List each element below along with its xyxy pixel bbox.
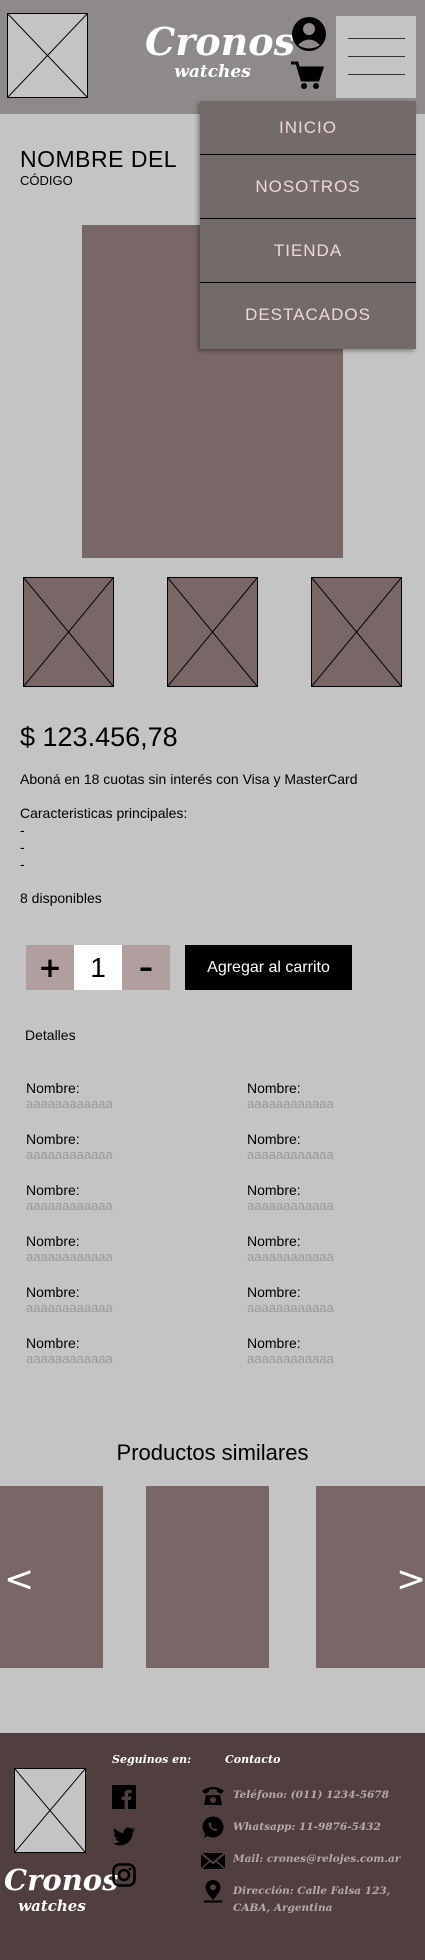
spec-item: Nombre: aaaaaaaaaaaa xyxy=(26,1233,176,1264)
cart-icon[interactable] xyxy=(290,60,324,90)
spec-label: Nombre: xyxy=(247,1233,301,1249)
spec-item: Nombre: aaaaaaaaaaaa xyxy=(247,1080,397,1111)
spec-label: Nombre: xyxy=(26,1233,80,1249)
user-icon[interactable] xyxy=(290,16,328,52)
installments-text: Aboná en 18 cuotas sin interés con Visa … xyxy=(20,771,358,787)
phone-icon xyxy=(202,1787,224,1805)
spec-label: Nombre: xyxy=(247,1131,301,1147)
spec-value: aaaaaaaaaaaa xyxy=(26,1198,113,1213)
spec-item: Nombre: aaaaaaaaaaaa xyxy=(247,1182,397,1213)
features-title: Caracteristicas principales: xyxy=(20,805,188,821)
hamburger-menu-button[interactable] xyxy=(336,16,416,98)
product-title: NOMBRE DEL xyxy=(20,146,178,172)
spec-value: aaaaaaaaaaaa xyxy=(26,1249,113,1264)
brand-logo[interactable]: Cronos watches xyxy=(145,19,295,83)
carousel-next-button[interactable]: > xyxy=(396,1560,425,1600)
spec-value: aaaaaaaaaaaa xyxy=(247,1249,334,1264)
similar-products-title: Productos similares xyxy=(116,1440,309,1465)
spec-value: aaaaaaaaaaaa xyxy=(247,1096,334,1111)
quantity-field[interactable]: 1 xyxy=(74,945,122,990)
spec-label: Nombre: xyxy=(26,1131,80,1147)
contact-phone: Teléfono: (011) 1234-5678 xyxy=(233,1789,389,1801)
product-thumbnail[interactable] xyxy=(167,577,258,687)
spec-label: Nombre: xyxy=(247,1080,301,1096)
spec-item: Nombre: aaaaaaaaaaaa xyxy=(247,1131,397,1162)
spec-label: Nombre: xyxy=(247,1335,301,1351)
contact-mail: Mail: crones@relojes.com.ar xyxy=(233,1853,401,1865)
product-thumbnail[interactable] xyxy=(311,577,402,687)
spec-value: aaaaaaaaaaaa xyxy=(26,1096,113,1111)
whatsapp-icon xyxy=(202,1816,224,1838)
spec-value: aaaaaaaaaaaa xyxy=(26,1147,113,1162)
product-thumbnail[interactable] xyxy=(23,577,114,687)
footer-brand-name: Cronos xyxy=(4,1863,119,1897)
increase-quantity-button[interactable]: + xyxy=(26,945,74,990)
feature-item: - xyxy=(20,839,25,855)
brand-name: Cronos xyxy=(145,19,295,64)
carousel-prev-button[interactable]: < xyxy=(4,1560,34,1600)
spec-item: Nombre: aaaaaaaaaaaa xyxy=(247,1233,397,1264)
contact-whatsapp: Whatsapp: 11-9876-5432 xyxy=(233,1821,381,1833)
stock-available: 8 disponibles xyxy=(20,890,102,906)
footer-brand: Cronos watches xyxy=(4,1863,119,1915)
similar-product-card[interactable] xyxy=(146,1486,269,1668)
facebook-icon[interactable] xyxy=(112,1785,136,1809)
spec-value: aaaaaaaaaaaa xyxy=(247,1351,334,1366)
feature-item: - xyxy=(20,856,25,872)
spec-label: Nombre: xyxy=(247,1182,301,1198)
feature-item: - xyxy=(20,822,25,838)
product-price: $ 123.456,78 xyxy=(20,722,178,752)
product-code: CÓDIGO xyxy=(20,173,73,188)
mail-icon xyxy=(200,1852,226,1870)
spec-label: Nombre: xyxy=(26,1284,80,1300)
spec-item: Nombre: aaaaaaaaaaaa xyxy=(26,1284,176,1315)
footer: Cronos watches Seguinos en: Contacto Tel… xyxy=(0,1733,425,1960)
details-title: Detalles xyxy=(25,1027,76,1043)
spec-label: Nombre: xyxy=(247,1284,301,1300)
spec-item: Nombre: aaaaaaaaaaaa xyxy=(247,1335,397,1366)
spec-item: Nombre: aaaaaaaaaaaa xyxy=(26,1182,176,1213)
spec-value: aaaaaaaaaaaa xyxy=(26,1351,113,1366)
nav-item-tienda[interactable]: TIENDA xyxy=(200,219,416,283)
spec-value: aaaaaaaaaaaa xyxy=(247,1147,334,1162)
spec-item: Nombre: aaaaaaaaaaaa xyxy=(26,1131,176,1162)
instagram-icon[interactable] xyxy=(112,1863,136,1887)
spec-value: aaaaaaaaaaaa xyxy=(26,1300,113,1315)
nav-item-nosotros[interactable]: NOSOTROS xyxy=(200,155,416,219)
nav-item-destacados[interactable]: DESTACADOS xyxy=(200,283,416,347)
contact-title: Contacto xyxy=(225,1753,281,1766)
footer-logo-placeholder xyxy=(14,1768,86,1853)
contact-address: Dirección: Calle Falsa 123, CABA, Argent… xyxy=(233,1885,391,1914)
brand-subtitle: watches xyxy=(174,62,251,82)
spec-label: Nombre: xyxy=(26,1335,80,1351)
spec-value: aaaaaaaaaaaa xyxy=(247,1300,334,1315)
twitter-icon[interactable] xyxy=(112,1825,136,1849)
spec-label: Nombre: xyxy=(26,1080,80,1096)
location-icon xyxy=(204,1880,222,1903)
spec-item: Nombre: aaaaaaaaaaaa xyxy=(26,1080,176,1111)
header: Cronos watches xyxy=(0,0,425,114)
follow-us-title: Seguinos en: xyxy=(112,1753,192,1766)
spec-value: aaaaaaaaaaaa xyxy=(247,1198,334,1213)
spec-label: Nombre: xyxy=(26,1182,80,1198)
decrease-quantity-button[interactable]: – xyxy=(122,945,170,990)
nav-item-inicio[interactable]: INICIO xyxy=(200,101,416,155)
add-to-cart-button[interactable]: Agregar al carrito xyxy=(185,945,352,990)
footer-brand-subtitle: watches xyxy=(18,1897,86,1915)
logo-placeholder[interactable] xyxy=(7,13,88,98)
spec-item: Nombre: aaaaaaaaaaaa xyxy=(247,1284,397,1315)
spec-item: Nombre: aaaaaaaaaaaa xyxy=(26,1335,176,1366)
nav-dropdown-menu: INICIO NOSOTROS TIENDA DESTACADOS xyxy=(200,101,416,349)
